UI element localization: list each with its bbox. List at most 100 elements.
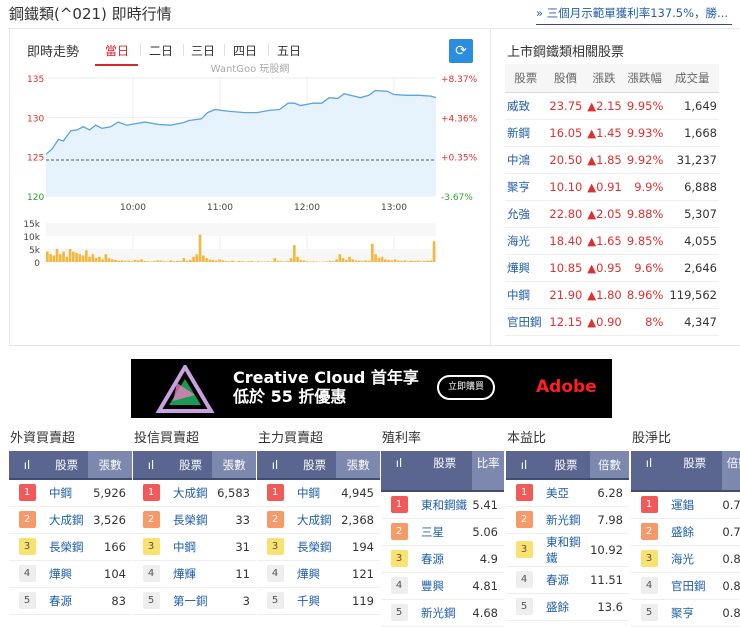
stock-name-link[interactable]: 三星 bbox=[417, 518, 472, 545]
table-row[interactable]: 2大成鋼2,368 bbox=[257, 506, 380, 533]
table-row[interactable]: 5春源83 bbox=[9, 587, 132, 614]
stock-name-link[interactable]: 新鋼 bbox=[505, 119, 547, 146]
stock-name-link[interactable]: 大成鋼 bbox=[169, 479, 212, 506]
table-row[interactable]: 中鴻20.50▲1.859.92%31,237 bbox=[505, 146, 719, 173]
column-header[interactable]: 股價 bbox=[547, 64, 585, 92]
table-row[interactable]: 4春源11.51 bbox=[506, 566, 629, 593]
tab-3day[interactable]: 三日 bbox=[187, 42, 219, 59]
value-column-header[interactable]: 倍數 bbox=[722, 451, 740, 491]
ad-banner[interactable]: Creative Cloud 首年享低於 55 折優惠 立即購買 Adobe bbox=[131, 359, 612, 418]
table-row[interactable]: 2新光鋼7.98 bbox=[506, 506, 629, 533]
stock-name-link[interactable]: 聚亨 bbox=[667, 599, 722, 626]
bar-chart-icon[interactable]: ıl bbox=[133, 451, 169, 479]
table-row[interactable]: 4燁興104 bbox=[9, 560, 132, 587]
bar-chart-icon[interactable]: ıl bbox=[257, 451, 293, 479]
table-row[interactable]: 1運錩0.74 bbox=[631, 491, 740, 518]
tab-today[interactable]: 當日 bbox=[101, 42, 133, 59]
table-row[interactable]: 3海光0.82 bbox=[631, 545, 740, 572]
table-row[interactable]: 3長榮鋼194 bbox=[257, 533, 380, 560]
table-row[interactable]: 燁興10.85▲0.959.6%2,646 bbox=[505, 254, 719, 281]
stock-name-link[interactable]: 燁興 bbox=[505, 254, 547, 281]
table-row[interactable]: 2盛餘0.79 bbox=[631, 518, 740, 545]
table-row[interactable]: 4燁興121 bbox=[257, 560, 380, 587]
value-column-header[interactable]: 張數 bbox=[88, 451, 132, 479]
table-row[interactable]: 2三星5.06 bbox=[381, 518, 504, 545]
stock-name-link[interactable]: 豐興 bbox=[417, 572, 472, 599]
table-row[interactable]: 5聚亨0.88 bbox=[631, 599, 740, 626]
stock-name-link[interactable]: 運錩 bbox=[667, 491, 722, 518]
stock-name-link[interactable]: 春源 bbox=[45, 587, 88, 614]
stock-name-link[interactable]: 海光 bbox=[505, 227, 547, 254]
value-column-header[interactable]: 比率 bbox=[472, 451, 504, 491]
table-row[interactable]: 5新光鋼4.68 bbox=[381, 599, 504, 626]
stock-name-link[interactable]: 千興 bbox=[293, 587, 336, 614]
stock-name-link[interactable]: 春源 bbox=[417, 545, 472, 572]
stock-name-link[interactable]: 燁興 bbox=[45, 560, 88, 587]
stock-name-link[interactable]: 盛餘 bbox=[542, 593, 590, 620]
column-header[interactable]: 漲跌幅 bbox=[624, 64, 666, 92]
stock-name-link[interactable]: 官田鋼 bbox=[667, 572, 722, 599]
table-row[interactable]: 3長榮鋼166 bbox=[9, 533, 132, 560]
stock-name-link[interactable]: 新光鋼 bbox=[417, 599, 472, 626]
table-row[interactable]: 2長榮鋼33 bbox=[133, 506, 256, 533]
stock-name-link[interactable]: 新光鋼 bbox=[542, 506, 590, 533]
stock-name-link[interactable]: 東和鋼鐵 bbox=[417, 491, 472, 518]
table-row[interactable]: 4燁輝11 bbox=[133, 560, 256, 587]
table-row[interactable]: 新鋼16.05▲1.459.93%1,668 bbox=[505, 119, 719, 146]
table-row[interactable]: 3春源4.9 bbox=[381, 545, 504, 572]
table-row[interactable]: 1中鋼4,945 bbox=[257, 479, 380, 506]
table-row[interactable]: 1東和鋼鐵5.41 bbox=[381, 491, 504, 518]
stock-name-link[interactable]: 大成鋼 bbox=[293, 506, 336, 533]
table-row[interactable]: 5千興119 bbox=[257, 587, 380, 614]
table-row[interactable]: 2大成鋼3,526 bbox=[9, 506, 132, 533]
bar-chart-icon[interactable]: ıl bbox=[381, 451, 417, 491]
stock-name-link[interactable]: 長榮鋼 bbox=[169, 506, 212, 533]
stock-name-link[interactable]: 長榮鋼 bbox=[293, 533, 336, 560]
table-row[interactable]: 5盛餘13.6 bbox=[506, 593, 629, 620]
table-row[interactable]: 官田鋼12.15▲0.908%4,347 bbox=[505, 308, 719, 335]
table-row[interactable]: 中鋼21.90▲1.808.96%119,562 bbox=[505, 281, 719, 308]
stock-name-link[interactable]: 大成鋼 bbox=[45, 506, 88, 533]
table-row[interactable]: 1美亞6.28 bbox=[506, 479, 629, 506]
tab-2day[interactable]: 二日 bbox=[145, 42, 177, 59]
table-row[interactable]: 允強22.80▲2.059.88%5,307 bbox=[505, 200, 719, 227]
stock-name-link[interactable]: 中鴻 bbox=[505, 146, 547, 173]
column-header[interactable]: 股票 bbox=[505, 64, 547, 92]
column-header[interactable]: 漲跌 bbox=[584, 64, 623, 92]
stock-name-link[interactable]: 中鋼 bbox=[169, 533, 212, 560]
stock-name-link[interactable]: 燁輝 bbox=[169, 560, 212, 587]
tab-4day[interactable]: 四日 bbox=[229, 42, 261, 59]
tab-5day[interactable]: 五日 bbox=[273, 42, 305, 59]
table-row[interactable]: 3中鋼31 bbox=[133, 533, 256, 560]
value-column-header[interactable]: 張數 bbox=[336, 451, 380, 479]
table-row[interactable]: 4豐興4.81 bbox=[381, 572, 504, 599]
value-column-header[interactable]: 張數 bbox=[212, 451, 256, 479]
bar-chart-icon[interactable]: ıl bbox=[506, 451, 542, 479]
table-row[interactable]: 聚亨10.10▲0.919.9%6,888 bbox=[505, 173, 719, 200]
stock-name-link[interactable]: 燁興 bbox=[293, 560, 336, 587]
table-row[interactable]: 海光18.40▲1.659.85%4,055 bbox=[505, 227, 719, 254]
stock-name-link[interactable]: 海光 bbox=[667, 545, 722, 572]
stock-name-link[interactable]: 東和鋼鐵 bbox=[542, 533, 590, 566]
column-header[interactable]: 成交量 bbox=[665, 64, 719, 92]
stock-name-link[interactable]: 長榮鋼 bbox=[45, 533, 88, 560]
bar-chart-icon[interactable]: ıl bbox=[631, 451, 667, 491]
ad-buy-button[interactable]: 立即購買 bbox=[437, 375, 495, 400]
value-column-header[interactable]: 倍數 bbox=[590, 451, 629, 479]
stock-name-link[interactable]: 中鋼 bbox=[45, 479, 88, 506]
table-row[interactable]: 3東和鋼鐵10.92 bbox=[506, 533, 629, 566]
bar-chart-icon[interactable]: ıl bbox=[9, 451, 45, 479]
stock-name-link[interactable]: 中鋼 bbox=[293, 479, 336, 506]
table-row[interactable]: 威致23.75▲2.159.95%1,649 bbox=[505, 92, 719, 119]
stock-name-link[interactable]: 聚亨 bbox=[505, 173, 547, 200]
stock-name-link[interactable]: 美亞 bbox=[542, 479, 590, 506]
stock-name-link[interactable]: 官田鋼 bbox=[505, 308, 547, 335]
table-row[interactable]: 1大成鋼6,583 bbox=[133, 479, 256, 506]
table-row[interactable]: 4官田鋼0.84 bbox=[631, 572, 740, 599]
stock-name-link[interactable]: 第一銅 bbox=[169, 587, 212, 614]
stock-name-link[interactable]: 盛餘 bbox=[667, 518, 722, 545]
table-row[interactable]: 1中鋼5,926 bbox=[9, 479, 132, 506]
table-row[interactable]: 5第一銅3 bbox=[133, 587, 256, 614]
promo-link[interactable]: » 三個月示範單獲利率137.5%，勝... bbox=[536, 5, 732, 25]
stock-name-link[interactable]: 中鋼 bbox=[505, 281, 547, 308]
